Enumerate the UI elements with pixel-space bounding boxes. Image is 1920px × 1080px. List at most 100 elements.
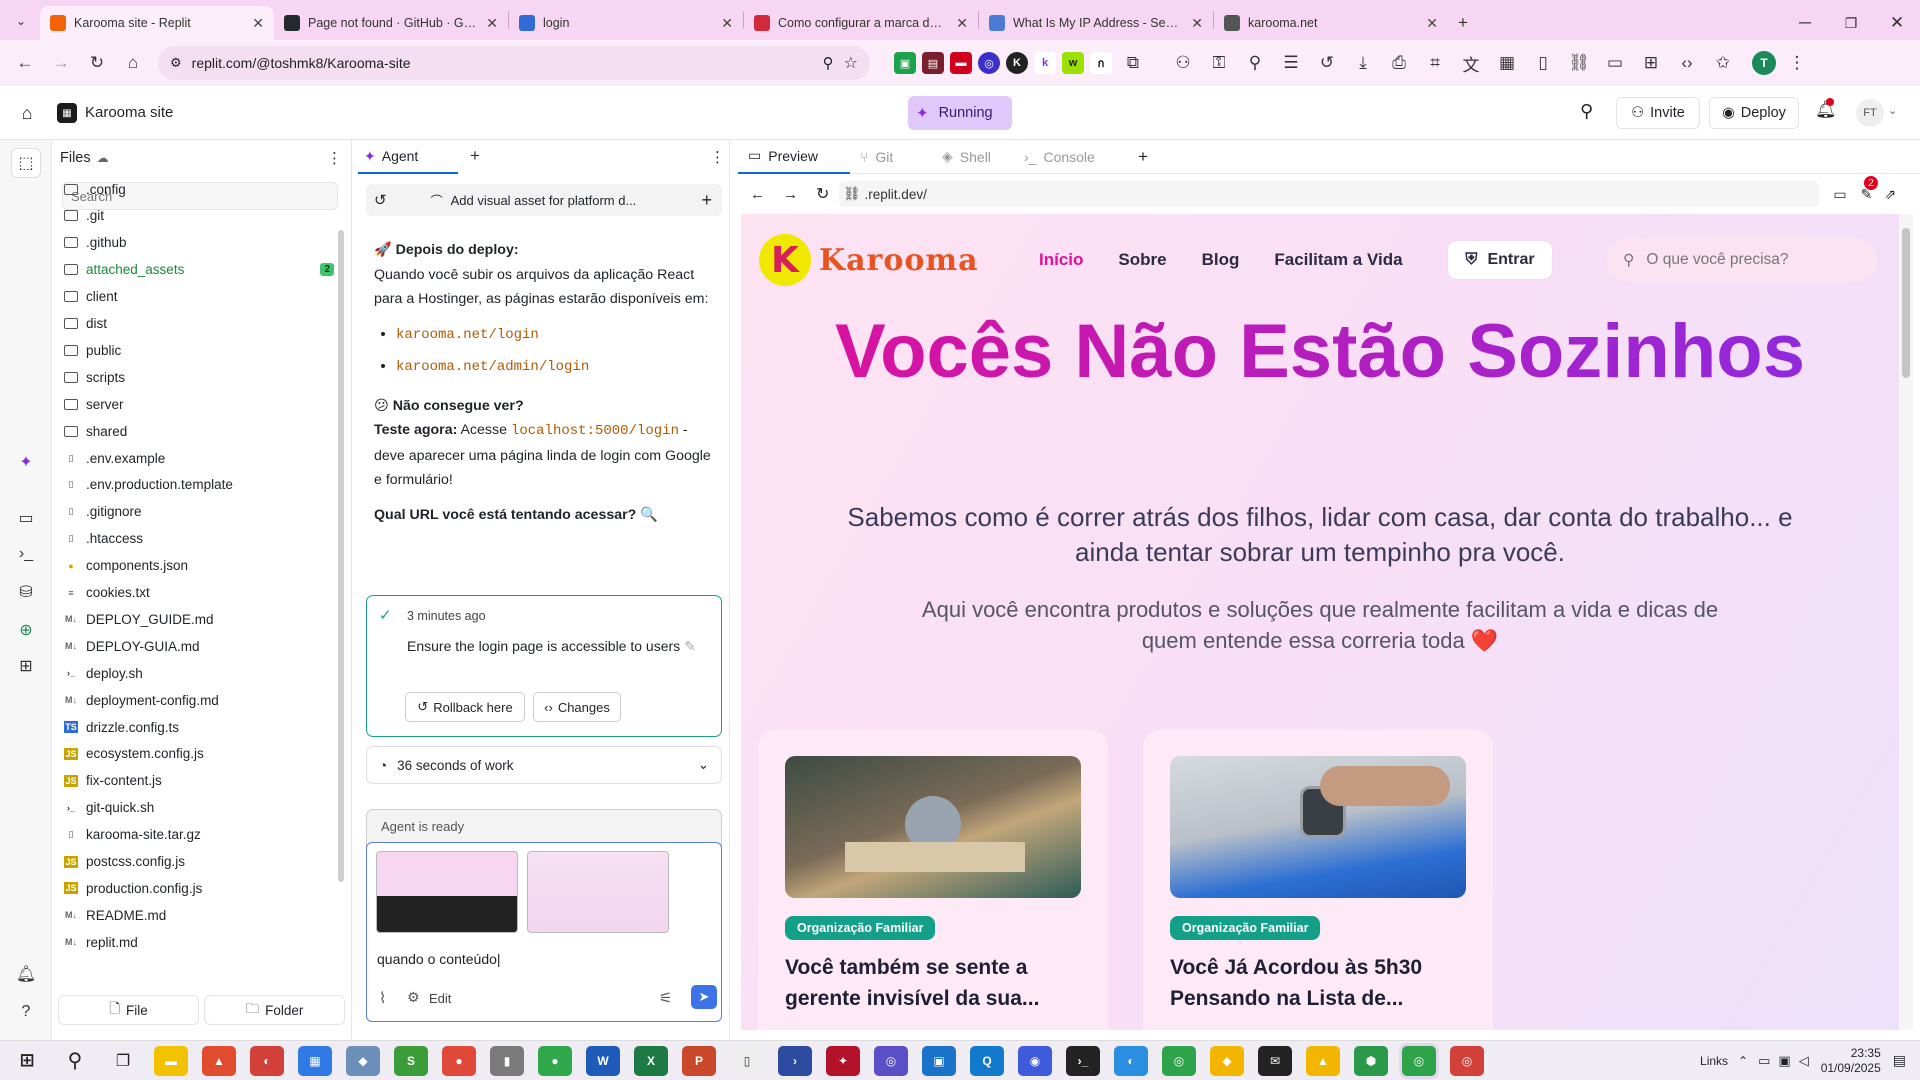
copy-link-icon[interactable]: ⛓ <box>1564 48 1594 78</box>
files-menu-icon[interactable]: ⋮ <box>327 149 342 167</box>
file-item[interactable]: ▯ .env.production.template <box>64 472 334 498</box>
preview-reload-icon[interactable]: ↻ <box>816 184 829 204</box>
bookmark-star-icon[interactable]: ☆ <box>844 53 858 73</box>
new-tab-icon[interactable]: + <box>1448 8 1478 38</box>
message-input[interactable]: quando o conteúdo| <box>377 951 501 967</box>
site-info-icon[interactable]: ⚙ <box>170 55 182 71</box>
address-bar[interactable]: ⚙ replit.com/@toshmk8/Karooma-site ⚲ ☆ <box>158 46 870 80</box>
home-nav-icon[interactable]: ⌂ <box>15 101 39 125</box>
excel-icon[interactable]: X <box>634 1045 668 1076</box>
taskbar-search-icon[interactable]: ⚲ <box>58 1046 92 1076</box>
devices-icon[interactable]: ▭ <box>1833 186 1846 203</box>
home-icon[interactable]: ⌂ <box>118 48 148 78</box>
agent-tab[interactable]: ✦ Agent <box>358 140 458 174</box>
links-toolbar-label[interactable]: Links <box>1700 1054 1728 1068</box>
all-tools-icon[interactable]: ⊞ <box>14 654 38 678</box>
send-button[interactable]: ➤ <box>691 985 717 1009</box>
file-item[interactable]: ▯ karooma-site.tar.gz <box>64 822 334 848</box>
file-item[interactable]: ● components.json <box>64 553 334 579</box>
app-8-icon[interactable]: ✦ <box>826 1045 860 1076</box>
file-item[interactable]: M↓ DEPLOY-GUIA.md <box>64 633 334 659</box>
karooma-logo[interactable]: K Karooma <box>759 234 979 286</box>
folder-item[interactable]: public <box>64 337 334 363</box>
tab-close-icon[interactable]: ✕ <box>721 15 733 32</box>
folder-item[interactable]: .config <box>64 176 334 202</box>
attachment-thumbnail-1[interactable] <box>376 851 518 933</box>
powerpoint-icon[interactable]: P <box>682 1045 716 1076</box>
chrome-3-icon[interactable]: ◎ <box>1450 1045 1484 1076</box>
file-item[interactable]: ›_ git-quick.sh <box>64 795 334 821</box>
preview-scrollbar[interactable] <box>1899 214 1913 1030</box>
extension-2-icon[interactable]: ▤ <box>922 52 944 74</box>
app-14-icon[interactable]: ◆ <box>1210 1045 1244 1076</box>
notification-center-icon[interactable]: ▤ <box>1893 1052 1906 1069</box>
work-summary-row[interactable]: ◔ 36 seconds of work ⌄ <box>366 746 722 784</box>
app-1-icon[interactable]: ▲ <box>202 1045 236 1076</box>
powershell-icon[interactable]: › <box>778 1045 812 1076</box>
edit-pencil-icon[interactable]: ✎ <box>684 638 696 654</box>
user-menu-chevron-icon[interactable]: ⌄ <box>1888 104 1897 117</box>
bookmarks-icon[interactable]: ✩ <box>1708 48 1738 78</box>
tray-chevron-icon[interactable]: ⌃ <box>1738 1054 1748 1068</box>
folder-item[interactable]: attached_assets 2 <box>64 257 334 283</box>
add-tab-icon[interactable]: + <box>470 146 480 166</box>
card-2-title[interactable]: Você Já Acordou às 5h30 Pensando na List… <box>1170 952 1466 1014</box>
chrome-1-icon[interactable]: ◎ <box>1162 1045 1196 1076</box>
browser-tab-3[interactable]: login ✕ <box>509 6 743 40</box>
reload-icon[interactable]: ↻ <box>82 48 112 78</box>
file-item[interactable]: JS fix-content.js <box>64 768 334 794</box>
preview-tool-icon[interactable]: ▭ <box>14 506 38 530</box>
word-icon[interactable]: W <box>586 1045 620 1076</box>
app-5-icon[interactable]: ● <box>442 1045 476 1076</box>
notepad-icon[interactable]: ▯ <box>730 1045 764 1076</box>
terminal-icon[interactable]: ›_ <box>1066 1045 1100 1076</box>
site-search[interactable]: ⚲ O que você precisa? <box>1607 238 1877 282</box>
pane-tab-git[interactable]: ⑂ Git <box>850 140 932 174</box>
card-1-badge[interactable]: Organização Familiar <box>785 916 936 940</box>
attach-paperclip-icon[interactable]: ⌇ <box>379 989 386 1007</box>
site-nav-link-3[interactable]: Blog <box>1202 250 1240 270</box>
incognito-icon[interactable]: ⚇ <box>1168 48 1198 78</box>
folder-item[interactable]: .github <box>64 230 334 256</box>
extension-8-icon[interactable]: ก <box>1090 52 1112 74</box>
browser-tab-1[interactable]: Karooma site - Replit ✕ <box>40 6 274 40</box>
history-icon[interactable]: ↺ <box>1312 48 1342 78</box>
file-item[interactable]: M↓ DEPLOY_GUIDE.md <box>64 606 334 632</box>
calculator-icon[interactable]: ▦ <box>298 1045 332 1076</box>
folder-item[interactable]: client <box>64 284 334 310</box>
pane-tab-shell[interactable]: ◈ Shell <box>932 140 1014 174</box>
app-9-icon[interactable]: ◎ <box>874 1045 908 1076</box>
files-tool-icon[interactable]: ⬚ <box>11 148 41 178</box>
pane-tab-console[interactable]: ›_ Console <box>1014 140 1124 174</box>
history-icon[interactable]: ↺ <box>374 191 387 209</box>
password-key-icon[interactable]: ⚿ <box>1204 48 1234 78</box>
blog-card-1[interactable]: Organização Familiar Você também se sent… <box>758 730 1108 1030</box>
reading-list-icon[interactable]: ☰ <box>1276 48 1306 78</box>
preview-url-field[interactable]: ⛓ .replit.dev/ <box>839 181 1820 207</box>
zoom-icon[interactable]: ⚲ <box>823 54 834 72</box>
profile-avatar[interactable]: T <box>1752 51 1776 75</box>
qr-code-icon[interactable]: ▦ <box>1492 48 1522 78</box>
extension-3-icon[interactable]: ▬ <box>950 52 972 74</box>
site-nav-link-4[interactable]: Facilitam a Vida <box>1274 250 1402 270</box>
extension-4-icon[interactable]: ◎ <box>978 52 1000 74</box>
tab-close-icon[interactable]: ✕ <box>1191 15 1203 32</box>
file-item[interactable]: JS production.config.js <box>64 875 334 901</box>
folder-item[interactable]: dist <box>64 311 334 337</box>
edit-mode-label[interactable]: Edit <box>429 991 451 1006</box>
tab-close-icon[interactable]: ✕ <box>956 15 968 32</box>
app-2-icon[interactable]: ◐ <box>250 1045 284 1076</box>
blog-card-2[interactable]: Organização Familiar Você Já Acordou às … <box>1143 730 1493 1030</box>
preview-scroll-thumb[interactable] <box>1902 228 1910 378</box>
open-new-tab-icon[interactable]: ⇗ <box>1884 186 1896 203</box>
run-status-button[interactable]: ✦ Running <box>908 96 1012 130</box>
app-16-icon[interactable]: ⬢ <box>1354 1045 1388 1076</box>
app-4-icon[interactable]: S <box>394 1045 428 1076</box>
network-icon[interactable]: ⊕ <box>14 618 38 642</box>
search-icon[interactable]: ⚲ <box>1580 101 1593 122</box>
site-nav-link-1[interactable]: Início <box>1039 250 1083 270</box>
reader-mode-icon[interactable]: ▯ <box>1528 48 1558 78</box>
tab-close-icon[interactable]: ✕ <box>486 15 498 32</box>
project-name[interactable]: Karooma site <box>85 104 173 121</box>
chrome-2-icon[interactable]: ◎ <box>1402 1045 1436 1076</box>
